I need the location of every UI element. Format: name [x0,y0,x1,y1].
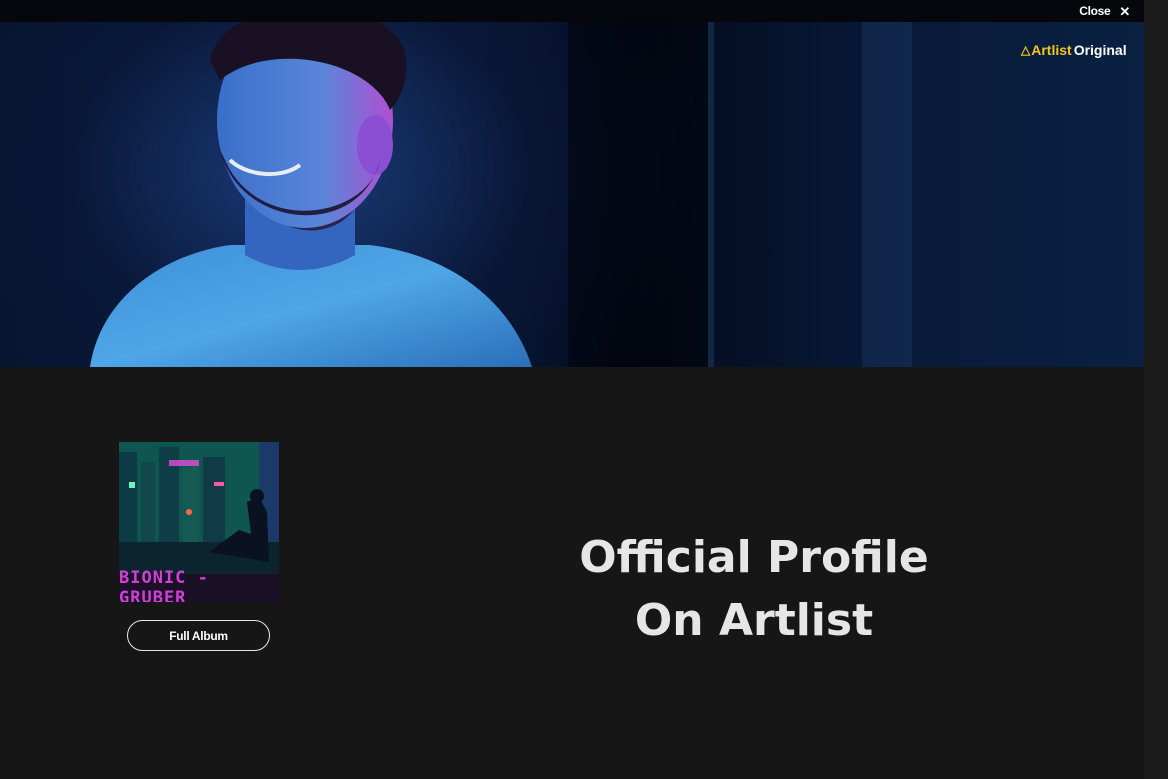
album-cover-title: BIONIC - GRUBER [119,568,279,602]
headline-line-2: On Artlist [634,595,874,646]
close-icon: ✕ [1119,3,1130,19]
artist-portrait [90,5,532,367]
full-album-button[interactable]: Full Album [127,620,270,651]
brand-artlist-text: Artlist [1031,42,1072,58]
album-cover[interactable]: BIONIC - GRUBER [119,442,279,602]
profile-headline: Official Profile On Artlist [540,526,968,652]
background-pillar [568,0,708,367]
background-light-strip [708,0,714,367]
right-edge-strip [1144,0,1168,779]
artist-hero-photo [0,0,1144,367]
album-cover-artwork [119,442,279,574]
artlist-original-logo: △ Artlist Original [1021,42,1127,58]
top-bar: Close ✕ [0,0,1144,22]
close-label: Close [1079,4,1111,18]
close-button[interactable]: Close ✕ [1079,0,1130,22]
brand-original-text: Original [1073,42,1127,58]
headline-line-1: Official Profile [579,532,929,583]
artlist-triangle-icon: △ [1021,43,1031,57]
background-light-strip [862,0,912,367]
